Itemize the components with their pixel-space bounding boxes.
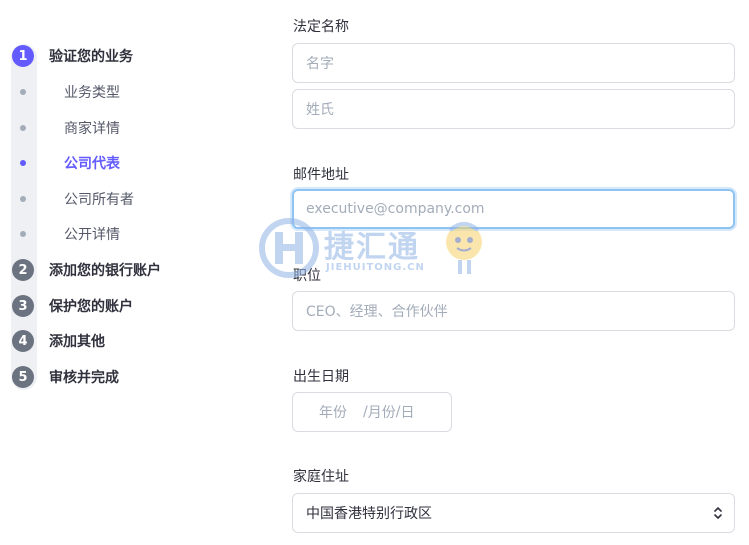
substep-label: 业务类型: [64, 85, 120, 101]
step-label: 添加您的银行账户: [49, 263, 161, 279]
country-select-value: 中国香港特别行政区: [306, 506, 432, 522]
substep-dot: [20, 231, 26, 237]
dob-year[interactable]: 年份: [319, 402, 347, 422]
substep-label: 商家详情: [64, 121, 120, 137]
step-number-badge: 3: [12, 295, 34, 317]
step-number-badge: 5: [12, 366, 34, 388]
step-number-badge: 4: [12, 330, 34, 352]
last-name-input[interactable]: 姓氏: [292, 89, 735, 129]
watermark-logo-icon: [259, 218, 319, 278]
watermark: 捷汇通 JIEHUITONG.CN: [258, 218, 493, 278]
mascot-icon: [446, 222, 482, 274]
substep-dot: [20, 89, 26, 95]
dob-input[interactable]: 年份 / 月份 / 日: [292, 392, 452, 432]
dob-day[interactable]: 日: [400, 402, 414, 422]
substep-label: 公司所有者: [64, 192, 134, 208]
substep-label: 公开详情: [64, 227, 120, 243]
substep-dot: [20, 196, 26, 202]
substep-dot: [20, 160, 26, 166]
step-number-badge: 2: [12, 259, 34, 281]
watermark-subtext: JIEHUITONG.CN: [326, 262, 425, 273]
substep-dot: [20, 125, 26, 131]
watermark-text: 捷汇通: [324, 230, 420, 265]
step-label: 保护您的账户: [49, 299, 133, 315]
email-label: 邮件地址: [293, 167, 349, 183]
step-label: 添加其他: [49, 334, 105, 350]
job-title-input[interactable]: CEO、经理、合作伙伴: [292, 291, 735, 331]
step-number-badge: 1: [12, 45, 34, 67]
step-label: 验证您的业务: [49, 49, 133, 65]
home-address-label: 家庭住址: [293, 469, 349, 485]
step-label: 审核并完成: [49, 370, 119, 386]
dob-label: 出生日期: [293, 369, 349, 385]
first-name-input[interactable]: 名字: [292, 43, 735, 83]
dob-month[interactable]: 月份: [368, 402, 396, 422]
substep-label: 公司代表: [64, 156, 120, 172]
legal-name-label: 法定名称: [293, 19, 349, 35]
country-select[interactable]: 中国香港特别行政区: [292, 493, 735, 533]
chevron-up-down-icon: [714, 507, 722, 519]
